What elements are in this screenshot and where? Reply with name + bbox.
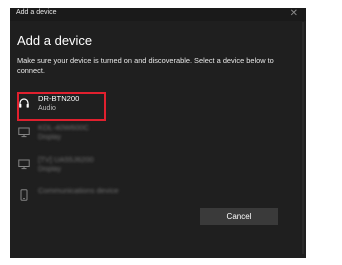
device-name: KDL-40W600C	[38, 123, 90, 132]
page-title: Add a device	[17, 33, 93, 48]
window-title: Add a device	[16, 9, 57, 16]
cancel-button[interactable]: Cancel	[200, 208, 278, 225]
device-type: Display	[38, 134, 61, 141]
close-icon[interactable]: ✕	[290, 7, 298, 21]
scrollbar[interactable]	[302, 22, 304, 254]
device-name: Communications device	[38, 186, 119, 195]
display-icon	[18, 159, 30, 170]
device-item-communications[interactable]: Communications device	[15, 183, 275, 209]
phone-icon	[20, 189, 28, 201]
display-icon	[18, 127, 30, 138]
device-item-tv-ua55j6200[interactable]: [TV] UA55J6200 Display	[15, 152, 275, 178]
title-bar: Add a device ✕	[10, 8, 306, 21]
instructions-text: Make sure your device is turned on and d…	[17, 56, 274, 75]
device-type: Display	[38, 166, 61, 173]
device-item-kdl-40w600c[interactable]: KDL-40W600C Display	[15, 120, 275, 146]
device-name: [TV] UA55J6200	[38, 155, 94, 164]
selection-highlight	[17, 92, 106, 121]
add-device-dialog: Add a device ✕ Add a device Make sure yo…	[10, 8, 306, 258]
